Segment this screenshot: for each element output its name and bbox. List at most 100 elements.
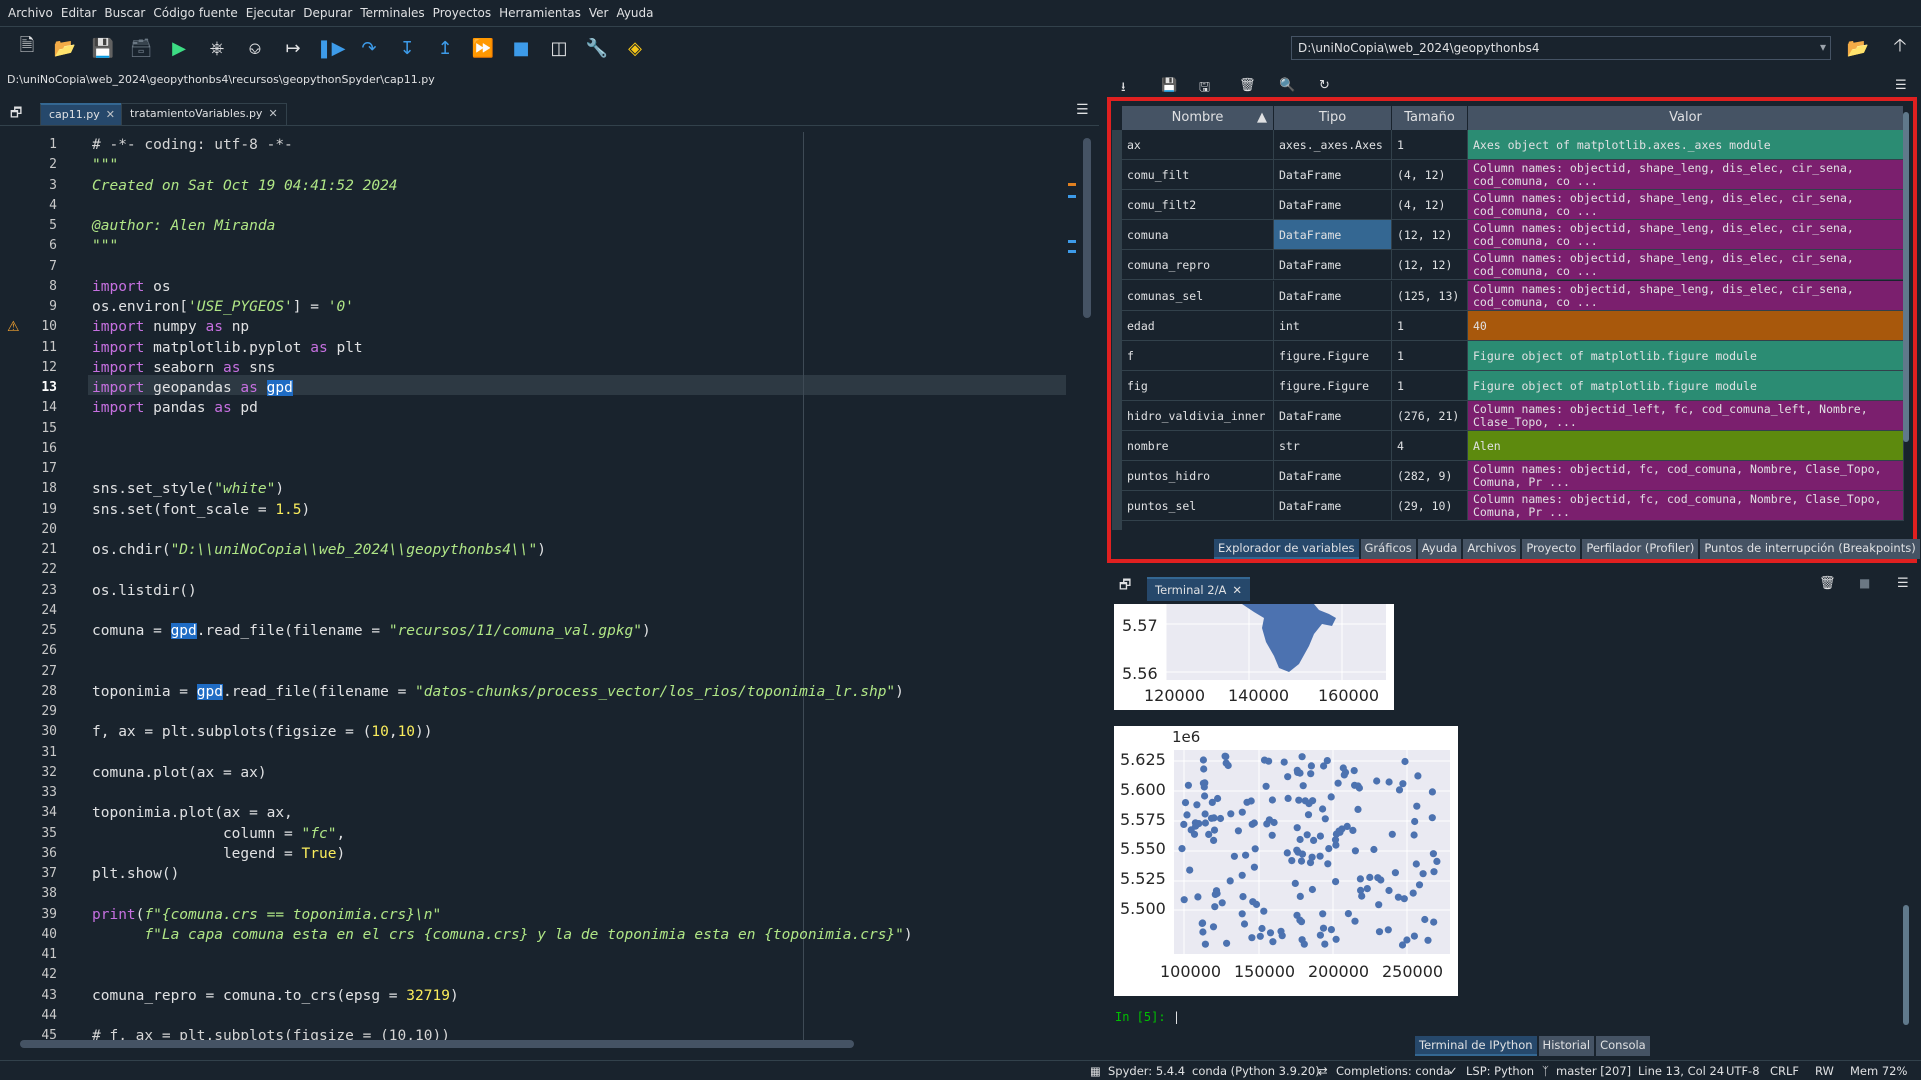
line-number[interactable]: 18 xyxy=(0,479,57,499)
menu-item-9[interactable]: Ver xyxy=(585,6,613,20)
code-line[interactable]: toponimia = gpd.read_file(filename = "da… xyxy=(92,682,904,702)
line-number[interactable]: 7 xyxy=(0,257,57,277)
line-number[interactable]: 37 xyxy=(0,864,57,884)
console-options-menu-icon[interactable]: ☰ xyxy=(1897,576,1909,591)
code-line[interactable]: sns.set(font_scale = 1.5) xyxy=(92,500,310,520)
step-over-icon[interactable]: ↷ xyxy=(350,32,388,64)
tab-tratamiento-variables[interactable]: tratamientoVariables.py ✕ xyxy=(121,103,287,125)
open-file-icon[interactable]: 📂 xyxy=(46,32,84,64)
editor-horizontal-scroll-thumb[interactable] xyxy=(20,1040,854,1048)
line-number[interactable]: 35 xyxy=(0,824,57,844)
code-line[interactable]: print(f"{comuna.crs == toponimia.crs}\n" xyxy=(92,905,441,925)
pane-options-menu-icon[interactable]: ☰ xyxy=(1895,78,1907,93)
preferences-wrench-icon[interactable]: 🔧 xyxy=(578,32,616,64)
tab-terminal-2a[interactable]: Terminal 2/A ✕ xyxy=(1147,577,1250,601)
menu-item-6[interactable]: Terminales xyxy=(356,6,428,20)
console-tab-2[interactable]: Consola xyxy=(1596,1036,1650,1056)
pane-tab-6[interactable]: Puntos de interrupción (Breakpoints) xyxy=(1700,539,1920,559)
line-number[interactable]: 34 xyxy=(0,803,57,823)
run-selection-icon[interactable]: ↦ xyxy=(274,32,312,64)
line-number[interactable]: 26 xyxy=(0,641,57,661)
code-line[interactable]: Created on Sat Oct 19 04:41:52 2024 xyxy=(92,176,398,196)
pane-tab-4[interactable]: Proyecto xyxy=(1522,539,1581,559)
line-number[interactable]: 15 xyxy=(0,419,57,439)
line-number[interactable]: 17 xyxy=(0,459,57,479)
code-line[interactable]: import geopandas as gpd xyxy=(92,378,293,398)
close-icon[interactable]: ✕ xyxy=(106,108,115,121)
code-line[interactable]: comuna = gpd.read_file(filename = "recur… xyxy=(92,621,651,641)
table-row[interactable]: puntos_sel DataFrame (29, 10) Column names:… xyxy=(1112,491,1905,522)
table-row[interactable]: comuna DataFrame (12, 12) Column names: obj… xyxy=(1112,220,1905,251)
save-all-icon[interactable]: 🗃 xyxy=(122,32,160,64)
code-line[interactable]: @author: Alen Miranda xyxy=(92,216,275,236)
editor-options-menu-icon[interactable]: ☰ xyxy=(1076,102,1089,118)
code-line[interactable]: os.chdir("D:\\uniNoCopia\\web_2024\\geop… xyxy=(92,540,546,560)
python-interpreter[interactable]: conda (Python 3.9.20) xyxy=(1192,1064,1320,1078)
stop-icon[interactable]: ■ xyxy=(502,32,540,64)
console-tab-0[interactable]: Terminal de IPython xyxy=(1415,1036,1537,1056)
interrupt-kernel-icon[interactable]: ■ xyxy=(1859,576,1870,590)
line-number[interactable]: 1 xyxy=(0,135,57,155)
editor-vertical-scroll-thumb[interactable] xyxy=(1083,138,1091,318)
code-line[interactable]: import seaborn as sns xyxy=(92,358,275,378)
completions-status[interactable]: Completions: conda xyxy=(1336,1064,1450,1078)
close-icon[interactable]: ✕ xyxy=(268,107,277,120)
remove-all-icon[interactable]: 🗑 xyxy=(1239,78,1256,93)
line-number[interactable]: 40 xyxy=(0,925,57,945)
line-number[interactable]: 13 xyxy=(0,378,57,398)
line-number[interactable]: 30 xyxy=(0,722,57,742)
menu-item-1[interactable]: Editar xyxy=(57,6,101,20)
python-path-icon[interactable]: ◈ xyxy=(616,32,654,64)
console-tab-1[interactable]: Historial xyxy=(1538,1036,1595,1056)
menu-item-3[interactable]: Código fuente xyxy=(149,6,241,20)
line-number[interactable]: 5 xyxy=(0,216,57,236)
run-cell-advance-icon[interactable]: ⎉ xyxy=(236,32,274,64)
step-out-icon[interactable]: ↥ xyxy=(426,32,464,64)
line-number[interactable]: 39 xyxy=(0,905,57,925)
continue-icon[interactable]: ⏩ xyxy=(464,32,502,64)
code-editor[interactable]: 1 2 3 4 5 6 7 8 9 10 ⚠ 11 12 13 14 15 16 17 18 19 20 21 22 23 24… xyxy=(0,132,1066,1044)
line-number[interactable]: 32 xyxy=(0,763,57,783)
debug-icon[interactable]: ❚▶ xyxy=(312,32,350,64)
code-line[interactable]: os.environ['USE_PYGEOS'] = '0' xyxy=(92,297,354,317)
line-number[interactable]: 2 xyxy=(0,155,57,175)
working-directory-combo[interactable]: D:\uniNoCopia\web_2024\geopythonbs4 ▾ xyxy=(1291,36,1831,60)
line-number[interactable]: 22 xyxy=(0,560,57,580)
line-number[interactable]: 29 xyxy=(0,702,57,722)
table-row[interactable]: hidro_valdivia_inner DataFrame (276, 21) Co… xyxy=(1112,400,1905,431)
code-line[interactable]: f"La capa comuna esta en el crs {comuna.… xyxy=(92,925,912,945)
new-file-icon[interactable]: 🗎 xyxy=(8,32,46,64)
menu-item-4[interactable]: Ejecutar xyxy=(242,6,300,20)
line-number[interactable]: 36 xyxy=(0,844,57,864)
code-line[interactable]: f, ax = plt.subplots(figsize = (10,10)) xyxy=(92,722,433,742)
code-line[interactable]: legend = True) xyxy=(92,844,345,864)
git-branch[interactable]: master [207] xyxy=(1556,1064,1631,1078)
variable-table-scroll-thumb[interactable] xyxy=(1903,112,1909,442)
line-number[interactable]: 28 xyxy=(0,682,57,702)
table-row[interactable]: fig figure.Figure 1 Figure object of matplo… xyxy=(1112,370,1905,401)
column-header-type[interactable]: Tipo xyxy=(1274,106,1392,130)
menu-item-10[interactable]: Ayuda xyxy=(612,6,657,20)
code-line[interactable]: import os xyxy=(92,277,171,297)
table-row[interactable]: comunas_sel DataFrame (125, 13) Column name… xyxy=(1112,280,1905,311)
console-scroll-thumb[interactable] xyxy=(1903,905,1909,1025)
line-number[interactable]: 14 xyxy=(0,398,57,418)
console-output[interactable]: 5.57 5.56 120000 140000 160000 1e6 5.625… xyxy=(1110,604,1900,1034)
line-number[interactable]: 42 xyxy=(0,965,57,985)
table-row[interactable]: nombre str 4 Alen xyxy=(1112,431,1905,461)
table-row[interactable]: comu_filt2 DataFrame (4, 12) Column names: … xyxy=(1112,190,1905,221)
save-icon[interactable]: 💾 xyxy=(84,32,122,64)
line-number[interactable]: 33 xyxy=(0,783,57,803)
run-icon[interactable]: ▶ xyxy=(160,32,198,64)
code-line[interactable]: """ xyxy=(92,236,118,256)
search-icon[interactable]: 🔍 xyxy=(1279,78,1295,93)
tab-cap11[interactable]: cap11.py ✕ xyxy=(40,103,124,125)
variable-table[interactable]: Nombre ▲ Tipo Tamaño Valor ax axes._axes.… xyxy=(1112,106,1905,531)
line-number[interactable]: 31 xyxy=(0,743,57,763)
column-header-name[interactable]: Nombre ▲ xyxy=(1122,106,1274,130)
menu-item-7[interactable]: Proyectos xyxy=(429,6,495,20)
code-line[interactable]: # -*- coding: utf-8 -*- xyxy=(92,135,293,155)
line-number[interactable]: 23 xyxy=(0,581,57,601)
table-row[interactable]: edad int 1 40 xyxy=(1112,310,1905,341)
parent-directory-icon[interactable]: 🡡 xyxy=(1884,32,1916,64)
